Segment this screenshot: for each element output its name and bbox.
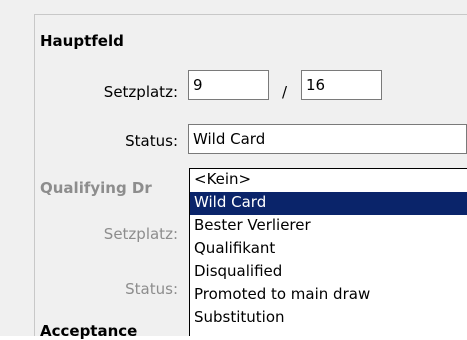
qualifying-title: Qualifying Dr — [40, 179, 152, 197]
status-option-qualifikant[interactable]: Qualifikant — [190, 238, 467, 261]
hauptfeld-setzplatz-input[interactable]: 9 — [188, 70, 269, 100]
status-option-disqualified[interactable]: Disqualified — [190, 261, 467, 284]
status-option-wild-card[interactable]: Wild Card — [190, 192, 467, 215]
acceptance-title: Acceptance — [40, 322, 138, 340]
group-box-left-border — [34, 14, 35, 336]
hauptfeld-status-select[interactable]: Wild Card — [188, 124, 467, 154]
hauptfeld-status-label: Status: — [125, 132, 178, 150]
status-dropdown-list[interactable]: <Kein> Wild Card Bester Verlierer Qualif… — [189, 168, 467, 336]
status-option-substitution[interactable]: Substitution — [190, 307, 467, 330]
qualifying-status-label: Status: — [125, 280, 178, 298]
tournament-settings-panel: Hauptfeld Setzplatz: 9 / 16 Status: Wild… — [0, 0, 467, 340]
hauptfeld-setzplatz-total-input[interactable]: 16 — [301, 70, 382, 100]
group-box-top-border — [34, 14, 467, 15]
hauptfeld-title: Hauptfeld — [40, 32, 124, 50]
hauptfeld-setzplatz-label: Setzplatz: — [103, 83, 178, 101]
qualifying-setzplatz-label: Setzplatz: — [103, 225, 178, 243]
status-option-promoted-to-main-draw[interactable]: Promoted to main draw — [190, 284, 467, 307]
setzplatz-separator: / — [282, 83, 288, 101]
status-option-kein[interactable]: <Kein> — [190, 169, 467, 192]
status-option-bester-verlierer[interactable]: Bester Verlierer — [190, 215, 467, 238]
